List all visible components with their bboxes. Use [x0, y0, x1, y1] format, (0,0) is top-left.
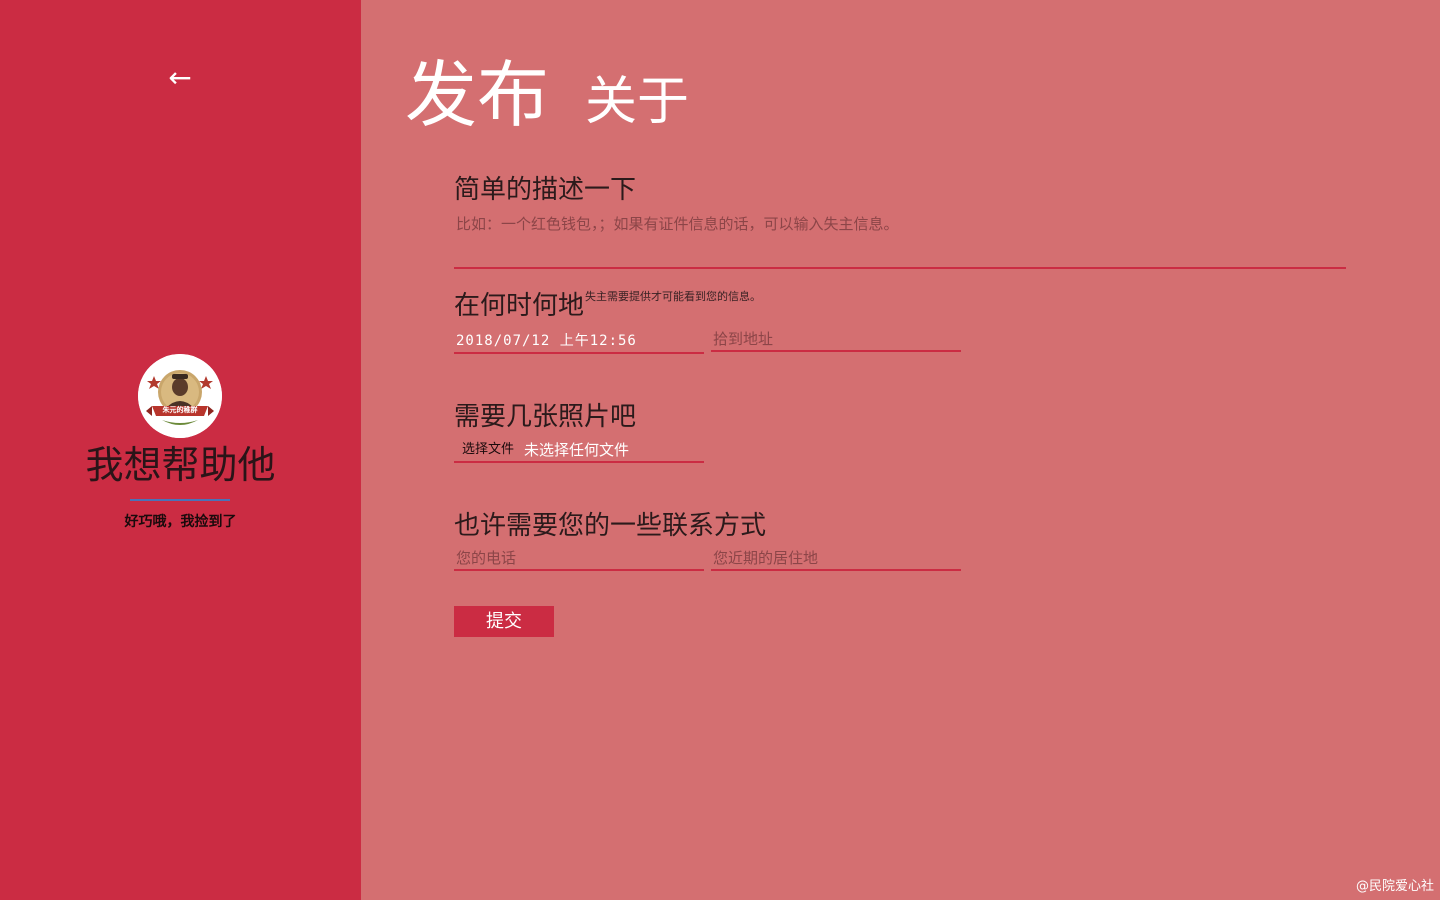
main-panel: 发布 关于 简单的描述一下 比如：一个红色钱包，；如果有证件信息的话，可以输入失主…: [361, 0, 1440, 900]
sidebar-subtitle: 好巧哦，我捡到了: [124, 514, 237, 530]
footer-credit: @民院爱心社: [1355, 879, 1434, 894]
address-field[interactable]: [711, 328, 961, 352]
page-title-publish[interactable]: 发布: [405, 50, 549, 140]
when-where-heading: 在何时何地失主需要提供才可能看到您的信息。: [454, 289, 761, 323]
app-root: ← 朱元的稚群 我想帮助他 好巧哦，我捡到了 发布 关于 简单的描述一下 比如：…: [0, 0, 1440, 900]
photos-heading: 需要几张照片吧: [454, 402, 637, 432]
page-title: 发布 关于: [405, 50, 689, 140]
sidebar-divider: [130, 499, 230, 501]
avatar: 朱元的稚群: [138, 354, 222, 438]
choose-file-button[interactable]: 选择文件: [454, 438, 522, 462]
contact-heading: 也许需要您的一些联系方式: [454, 511, 767, 541]
sidebar: ← 朱元的稚群 我想帮助他 好巧哦，我捡到了: [0, 0, 361, 900]
when-where-note: 失主需要提供才可能看到您的信息。: [585, 290, 762, 303]
back-arrow-icon[interactable]: ←: [162, 58, 198, 98]
submit-button[interactable]: 提交: [454, 606, 554, 637]
avatar-image: [138, 354, 222, 438]
file-upload-field: 选择文件 未选择任何文件: [454, 438, 704, 463]
when-where-heading-text: 在何时何地: [454, 291, 585, 321]
avatar-badge-text: 朱元的稚群: [162, 406, 198, 414]
description-input[interactable]: [454, 208, 1346, 269]
page-title-about[interactable]: 关于: [585, 64, 689, 140]
file-status: 未选择任何文件: [524, 441, 630, 459]
phone-field[interactable]: [454, 547, 704, 571]
residence-field[interactable]: [711, 547, 961, 571]
datetime-field[interactable]: [454, 328, 704, 354]
sidebar-title: 我想帮助他: [85, 443, 276, 487]
description-heading: 简单的描述一下: [454, 175, 637, 205]
